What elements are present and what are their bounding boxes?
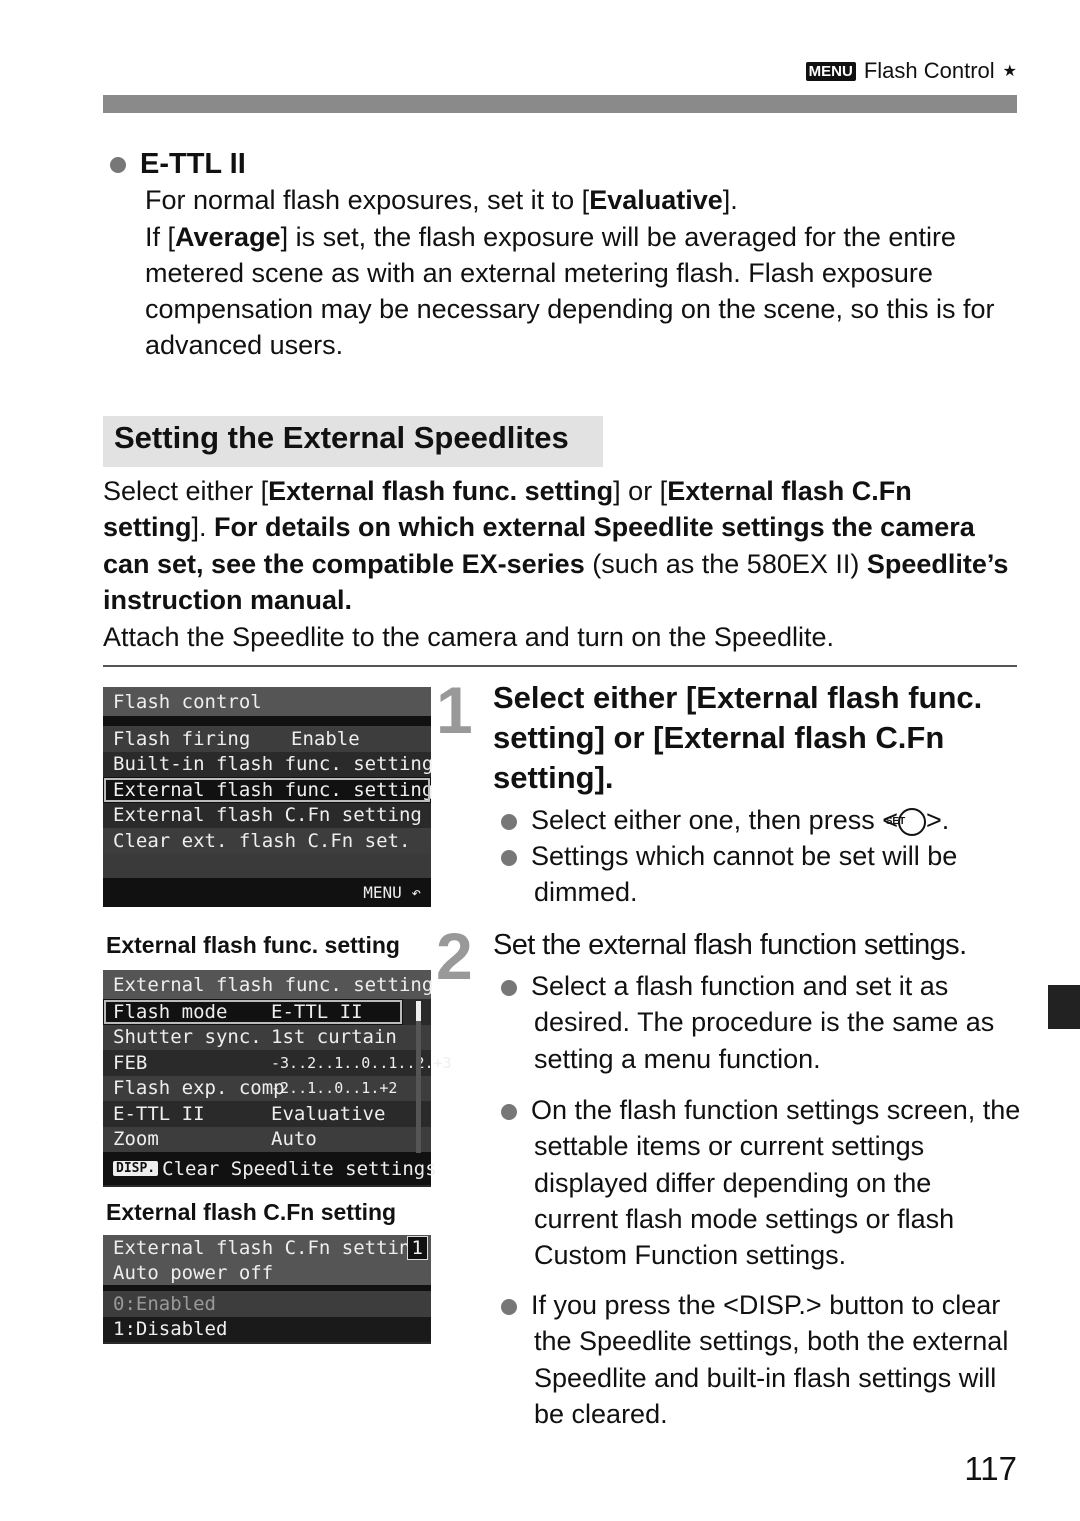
step-bullet: Select either one, then press <SET >. <box>501 802 1021 838</box>
step-bullet: Select a flash function and set it as de… <box>501 968 1021 1077</box>
step-bullet: On the flash function settings screen, t… <box>501 1092 1021 1273</box>
bullet-icon <box>501 979 517 996</box>
menu-row: Built-in flash func. setting <box>113 753 434 776</box>
ettl-line2: If [Average] is set, the flash exposure … <box>145 221 995 361</box>
menu-row-selected: Flash mode E-TTL II <box>103 999 403 1025</box>
section-attach-note: Attach the Speedlite to the camera and t… <box>103 622 834 652</box>
menu-row: FEB -3..2..1..0..1..2.+3 <box>113 1051 452 1074</box>
set-button-icon: SET <box>886 807 926 836</box>
bullet-icon <box>501 813 517 830</box>
menu-row: Flash exp. comp -2..1..0..1.+2 <box>103 1075 431 1101</box>
screen-title: External flash func. setting <box>103 970 433 999</box>
screen-footer: DISP. Clear Speedlite settings <box>103 1152 437 1185</box>
option-row-selected: 1:Disabled <box>103 1316 431 1342</box>
scrollbar <box>416 1001 421 1153</box>
star-icon: ★ <box>1002 63 1017 80</box>
menu-row-selected: External flash func. setting <box>103 777 433 803</box>
menu-row: Shutter sync. 1st curtain <box>103 1024 431 1050</box>
menu-icon: MENU <box>805 61 856 81</box>
bullet-icon <box>501 849 517 866</box>
running-header: MENU Flash Control ★ <box>805 58 1017 84</box>
bullet-icon <box>501 1298 517 1315</box>
cfn-name: Auto power off <box>113 1262 274 1285</box>
divider <box>103 665 1017 667</box>
screen-flash-control: Flash control Flash firing Enable Built-i… <box>103 687 434 907</box>
step-number: 2 <box>436 919 473 993</box>
step-title: Select either [External flash func. sett… <box>493 680 983 795</box>
menu-return-icon: MENU ↶ <box>103 877 431 907</box>
chapter-tab <box>1048 985 1080 1029</box>
cfn-number: 1 <box>406 1235 428 1260</box>
screen-caption: External flash C.Fn setting <box>106 1199 397 1225</box>
disp-button-icon: DISP. <box>738 1290 806 1320</box>
section-heading: Setting the External Speedlites <box>103 416 603 467</box>
bullet-icon <box>110 157 126 174</box>
section-intro: Select either [External flash func. sett… <box>103 476 1009 615</box>
header-bar <box>103 95 1017 113</box>
option-row: 0:Enabled <box>103 1291 431 1317</box>
ettl-line1: For normal flash exposures, set it to [E… <box>145 185 738 216</box>
ettl-section: E-TTL II For normal flash exposures, set… <box>110 146 1020 364</box>
screen-external-flash-func: External flash func. setting Flash mode E… <box>103 970 452 1187</box>
ettl-heading: E-TTL II <box>140 148 246 180</box>
menu-row: Zoom Auto <box>103 1126 431 1152</box>
screen-title: External flash C.Fn setting 1 <box>103 1235 431 1261</box>
disp-icon: DISP. <box>113 1161 159 1176</box>
menu-row: Flash firing Enable <box>103 726 431 752</box>
menu-row: External flash C.Fn setting <box>113 804 422 827</box>
bullet-icon <box>501 1103 517 1120</box>
menu-row: E-TTL II Evaluative <box>113 1102 386 1125</box>
header-title: Flash Control <box>863 58 995 83</box>
step-title: Set the external flash function settings… <box>493 929 967 961</box>
screen-title: Flash control <box>103 687 431 716</box>
menu-row: Clear ext. flash C.Fn set. <box>103 828 431 854</box>
step-number: 1 <box>436 673 473 747</box>
screen-caption: External flash func. setting <box>106 932 400 958</box>
page-number: 117 <box>964 1450 1017 1487</box>
step-bullet: Settings which cannot be set will be dim… <box>501 838 1021 911</box>
screen-external-flash-cfn: External flash C.Fn setting 1 Auto power … <box>103 1235 431 1344</box>
step-bullet: If you press the <DISP.> button to clear… <box>501 1287 1021 1432</box>
